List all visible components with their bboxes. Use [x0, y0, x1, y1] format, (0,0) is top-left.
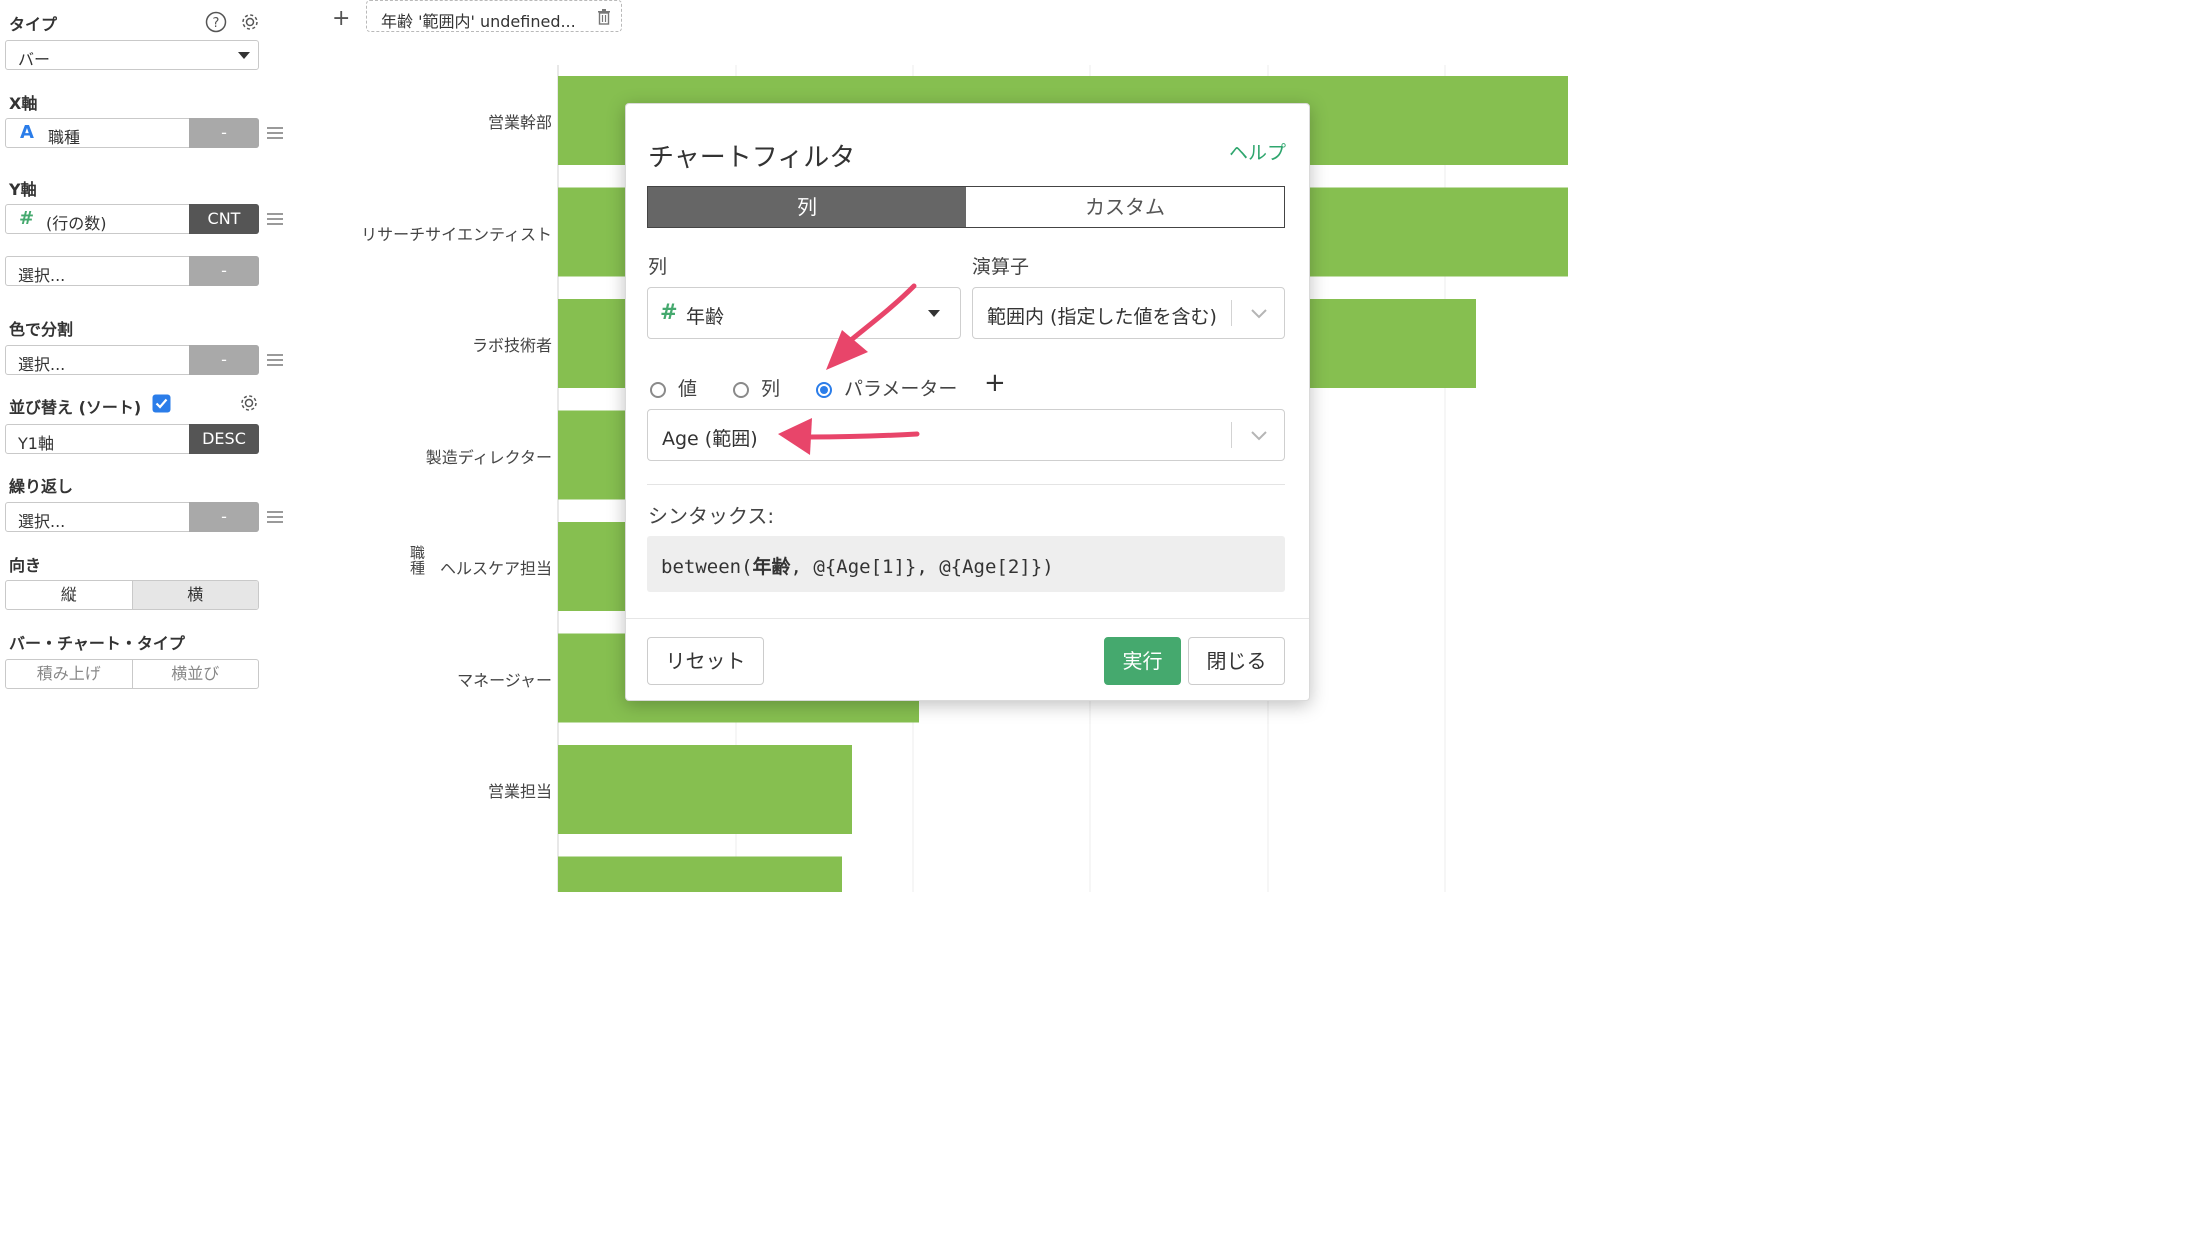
radio-parameter-circle[interactable]	[816, 382, 832, 398]
radio-value-circle[interactable]	[650, 382, 666, 398]
category-tick-label: ヘルスケア担当	[439, 559, 552, 578]
chevron-down-icon	[1251, 309, 1267, 319]
syntax-preview: between(年齢, @{Age[1]}, @{Age[2]})	[647, 536, 1285, 592]
tab-custom[interactable]: カスタム	[966, 187, 1284, 227]
caret-down-icon	[928, 310, 940, 317]
reset-button[interactable]: リセット	[647, 637, 764, 685]
chevron-down-icon	[1251, 431, 1267, 441]
syntax-label: シンタックス:	[648, 504, 775, 528]
radio-value[interactable]: 値	[650, 374, 697, 400]
radio-value-label: 値	[678, 378, 698, 400]
category-tick-label: 製造ディレクター	[425, 447, 552, 467]
filter-mode-tabs: 列 カスタム	[647, 186, 1285, 228]
add-parameter-button[interactable]: +	[984, 368, 1006, 398]
column-select-value: 年齢	[686, 306, 725, 328]
run-button[interactable]: 実行	[1104, 637, 1181, 685]
operator-select-value: 範囲内 (指定した値を含む)	[987, 306, 1217, 328]
operator-select[interactable]: 範囲内 (指定した値を含む)	[972, 287, 1285, 339]
category-tick-label: マネージャー	[457, 670, 552, 690]
help-link[interactable]: ヘルプ	[1229, 138, 1286, 165]
close-button[interactable]: 閉じる	[1188, 637, 1285, 685]
radio-column-circle[interactable]	[733, 382, 749, 398]
column-label: 列	[648, 256, 668, 278]
parameter-select-value: Age (範囲)	[662, 428, 758, 450]
column-select[interactable]: # 年齢	[647, 287, 961, 339]
tab-column[interactable]: 列	[648, 187, 966, 227]
chart-filter-dialog: チャートフィルタ ヘルプ 列 カスタム 列 演算子 # 年齢 範囲内 (指定した…	[625, 103, 1310, 701]
section-divider	[647, 484, 1285, 485]
y-axis-label: 職種	[408, 545, 426, 575]
category-tick-label: 営業幹部	[487, 113, 552, 132]
category-tick-label: 営業担当	[487, 782, 552, 801]
parameter-select[interactable]: Age (範囲)	[647, 409, 1285, 461]
category-tick-label: リサーチサイエンティスト	[361, 224, 552, 244]
radio-parameter[interactable]: パラメーター	[816, 374, 957, 400]
footer-divider	[626, 618, 1309, 619]
bar[interactable]	[558, 856, 842, 893]
radio-column[interactable]: 列	[733, 374, 780, 400]
operator-label: 演算子	[972, 256, 1030, 278]
radio-parameter-label: パラメーター	[844, 378, 958, 400]
category-tick-label: ラボ技術者	[471, 336, 552, 355]
bar[interactable]	[558, 745, 852, 834]
number-type-icon: #	[660, 300, 678, 324]
dialog-title: チャートフィルタ	[648, 143, 856, 173]
radio-column-label: 列	[761, 378, 781, 400]
syntax-expression: between(年齢, @{Age[1]}, @{Age[2]})	[661, 556, 1054, 578]
